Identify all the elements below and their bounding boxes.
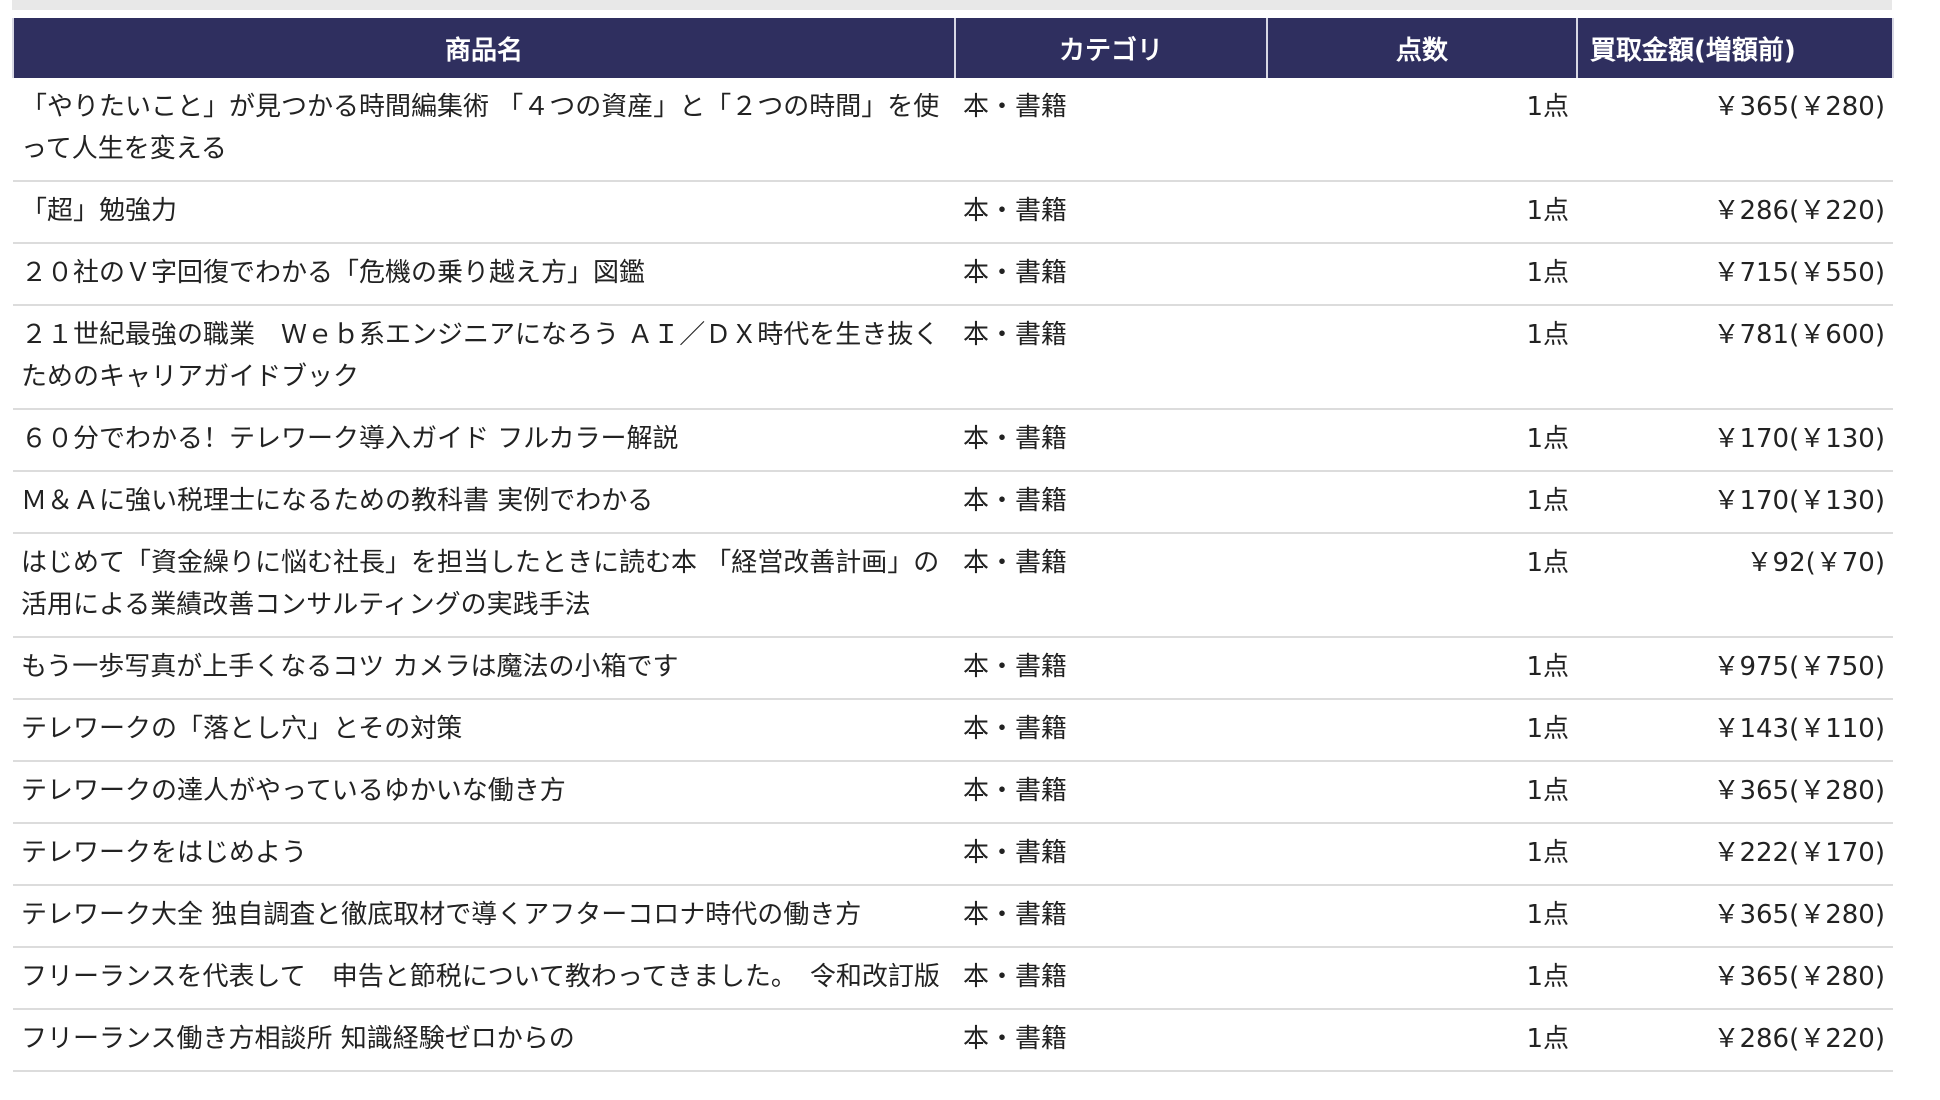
amount-cell: ￥365(￥280) — [1577, 78, 1893, 182]
table-row: もう一歩写真が上手くなるコツ カメラは魔法の小箱です 本・書籍 1点 ￥975(￥75… — [13, 637, 1893, 700]
table-row: フリーランス働き方相談所 知識経験ゼロからの 本・書籍 1点 ￥286(￥220) — [13, 1009, 1893, 1072]
header-product-name: 商品名 — [12, 18, 956, 78]
table-row: テレワーク大全 独自調査と徹底取材で導くアフターコロナ時代の働き方 本・書籍 1点 ￥… — [13, 885, 1893, 948]
count-cell: 1点 — [1267, 699, 1577, 762]
amount-cell: ￥365(￥280) — [1577, 947, 1893, 1010]
count-cell: 1点 — [1267, 471, 1577, 534]
product-name-cell: Ｍ＆Ａに強い税理士になるための教科書 実例でわかる — [13, 471, 955, 534]
category-cell: 本・書籍 — [955, 181, 1267, 244]
amount-cell: ￥222(￥170) — [1577, 823, 1893, 886]
amount-cell: ￥286(￥220) — [1577, 1009, 1893, 1072]
product-name-cell: はじめて「資金繰りに悩む社長」を担当したときに読む本 「経営改善計画」の活用によ… — [13, 533, 955, 638]
category-cell: 本・書籍 — [955, 243, 1267, 306]
product-name-cell: ２１世紀最強の職業 Ｗｅｂ系エンジニアになろう ＡＩ／ＤＸ時代を生き抜くためのキ… — [13, 305, 955, 410]
count-cell: 1点 — [1267, 761, 1577, 824]
table-row: フリーランスを代表して 申告と節税について教わってきました。 令和改訂版 本・書籍… — [13, 947, 1893, 1010]
count-cell: 1点 — [1267, 637, 1577, 700]
count-cell: 1点 — [1267, 305, 1577, 410]
product-name-cell: テレワークをはじめよう — [13, 823, 955, 886]
count-cell: 1点 — [1267, 409, 1577, 472]
table-row: ２１世紀最強の職業 Ｗｅｂ系エンジニアになろう ＡＩ／ＤＸ時代を生き抜くためのキ… — [13, 305, 1893, 410]
amount-cell: ￥365(￥280) — [1577, 761, 1893, 824]
product-name-cell: ２０社のＶ字回復でわかる「危機の乗り越え方」図鑑 — [13, 243, 955, 306]
category-cell: 本・書籍 — [955, 471, 1267, 534]
table-row: 「超」勉強力 本・書籍 1点 ￥286(￥220) — [13, 181, 1893, 244]
amount-cell: ￥286(￥220) — [1577, 181, 1893, 244]
table-row: ６０分でわかる！テレワーク導入ガイド フルカラー解説 本・書籍 1点 ￥170(￥13… — [13, 409, 1893, 472]
table-row: テレワークの達人がやっているゆかいな働き方 本・書籍 1点 ￥365(￥280) — [13, 761, 1893, 824]
page: 商品名 カテゴリ 点数 買取金額(増額前) 「やりたいこと」が見つかる時間編集術… — [0, 0, 1940, 1100]
amount-cell: ￥143(￥110) — [1577, 699, 1893, 762]
product-name-cell: 「超」勉強力 — [13, 181, 955, 244]
product-name-cell: テレワークの達人がやっているゆかいな働き方 — [13, 761, 955, 824]
product-name-cell: テレワーク大全 独自調査と徹底取材で導くアフターコロナ時代の働き方 — [13, 885, 955, 948]
count-cell: 1点 — [1267, 533, 1577, 638]
category-cell: 本・書籍 — [955, 1009, 1267, 1072]
category-cell: 本・書籍 — [955, 637, 1267, 700]
category-cell: 本・書籍 — [955, 947, 1267, 1010]
count-cell: 1点 — [1267, 181, 1577, 244]
category-cell: 本・書籍 — [955, 533, 1267, 638]
amount-cell: ￥170(￥130) — [1577, 471, 1893, 534]
product-name-cell: フリーランス働き方相談所 知識経験ゼロからの — [13, 1009, 955, 1072]
category-cell: 本・書籍 — [955, 305, 1267, 410]
count-cell: 1点 — [1267, 243, 1577, 306]
category-cell: 本・書籍 — [955, 699, 1267, 762]
count-cell: 1点 — [1267, 885, 1577, 948]
count-cell: 1点 — [1267, 947, 1577, 1010]
header-count: 点数 — [1266, 18, 1578, 78]
amount-cell: ￥92(￥70) — [1577, 533, 1893, 638]
product-name-cell: もう一歩写真が上手くなるコツ カメラは魔法の小箱です — [13, 637, 955, 700]
table-row: はじめて「資金繰りに悩む社長」を担当したときに読む本 「経営改善計画」の活用によ… — [13, 533, 1893, 638]
product-name-cell: テレワークの「落とし穴」とその対策 — [13, 699, 955, 762]
top-scroll-strip — [12, 0, 1892, 10]
amount-cell: ￥715(￥550) — [1577, 243, 1893, 306]
product-name-cell: 「やりたいこと」が見つかる時間編集術 「４つの資産」と「２つの時間」を使って人生… — [13, 78, 955, 182]
amount-cell: ￥170(￥130) — [1577, 409, 1893, 472]
table-header-row: 商品名 カテゴリ 点数 買取金額(増額前) — [12, 18, 1894, 78]
table-body: 「やりたいこと」が見つかる時間編集術 「４つの資産」と「２つの時間」を使って人生… — [13, 78, 1893, 1072]
count-cell: 1点 — [1267, 823, 1577, 886]
buyback-table: 商品名 カテゴリ 点数 買取金額(増額前) 「やりたいこと」が見つかる時間編集術… — [12, 18, 1894, 1072]
header-amount: 買取金額(増額前) — [1576, 18, 1894, 78]
header-category: カテゴリ — [954, 18, 1268, 78]
table-row: Ｍ＆Ａに強い税理士になるための教科書 実例でわかる 本・書籍 1点 ￥170(￥130… — [13, 471, 1893, 534]
category-cell: 本・書籍 — [955, 761, 1267, 824]
amount-cell: ￥365(￥280) — [1577, 885, 1893, 948]
count-cell: 1点 — [1267, 78, 1577, 182]
product-name-cell: フリーランスを代表して 申告と節税について教わってきました。 令和改訂版 — [13, 947, 955, 1010]
category-cell: 本・書籍 — [955, 78, 1267, 182]
count-cell: 1点 — [1267, 1009, 1577, 1072]
product-name-cell: ６０分でわかる！テレワーク導入ガイド フルカラー解説 — [13, 409, 955, 472]
table-row: ２０社のＶ字回復でわかる「危機の乗り越え方」図鑑 本・書籍 1点 ￥715(￥550) — [13, 243, 1893, 306]
table-row: テレワークの「落とし穴」とその対策 本・書籍 1点 ￥143(￥110) — [13, 699, 1893, 762]
category-cell: 本・書籍 — [955, 409, 1267, 472]
table-row: テレワークをはじめよう 本・書籍 1点 ￥222(￥170) — [13, 823, 1893, 886]
category-cell: 本・書籍 — [955, 885, 1267, 948]
amount-cell: ￥975(￥750) — [1577, 637, 1893, 700]
category-cell: 本・書籍 — [955, 823, 1267, 886]
table-row: 「やりたいこと」が見つかる時間編集術 「４つの資産」と「２つの時間」を使って人生… — [13, 78, 1893, 182]
amount-cell: ￥781(￥600) — [1577, 305, 1893, 410]
